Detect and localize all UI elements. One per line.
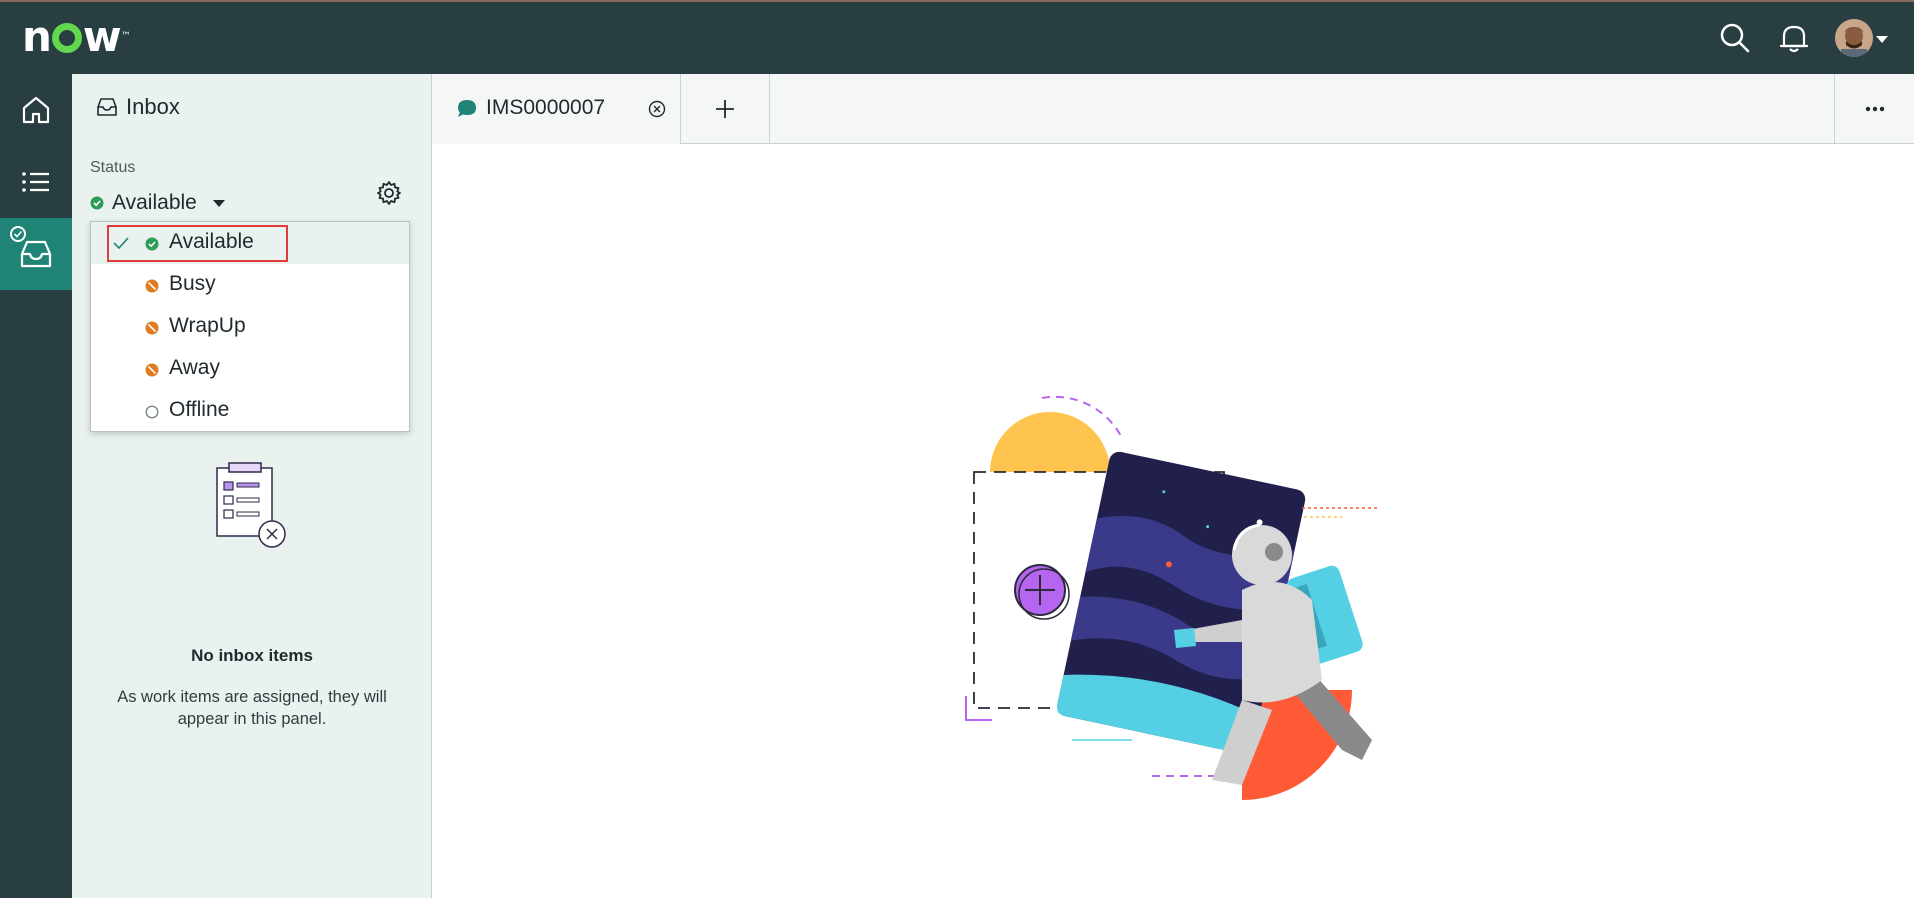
- user-avatar[interactable]: [1835, 19, 1873, 57]
- status-option-busy[interactable]: Busy: [91, 264, 409, 306]
- status-option-label: Away: [169, 356, 220, 379]
- empty-clipboard-illustration-icon: [216, 462, 286, 548]
- status-option-label: WrapUp: [169, 314, 246, 337]
- available-status-icon: [90, 196, 104, 210]
- selection-highlight-box: [107, 225, 288, 262]
- status-option-label: Offline: [169, 398, 230, 421]
- status-option-label: Busy: [169, 272, 216, 295]
- wrapup-status-icon: [145, 321, 159, 335]
- status-dropdown[interactable]: Available: [90, 191, 225, 215]
- chat-bubble-icon: [458, 100, 476, 117]
- workspace-tab-bar: IMS0000007: [432, 74, 1914, 144]
- home-icon: [22, 96, 50, 124]
- status-dropdown-chevron-down-icon: [212, 199, 225, 207]
- inbox-panel: Inbox Status Available No inbox items As…: [72, 74, 432, 898]
- search-icon[interactable]: [1717, 20, 1753, 56]
- astronaut-illustration-icon: [965, 395, 1377, 800]
- status-dropdown-menu: Available Busy WrapUp Away Offline: [90, 221, 410, 432]
- more-options-button[interactable]: [1834, 74, 1914, 144]
- rail-item-inbox[interactable]: [0, 218, 72, 290]
- status-option-offline[interactable]: Offline: [91, 390, 409, 432]
- add-tab-button[interactable]: [681, 74, 770, 144]
- empty-state-title: No inbox items: [191, 646, 313, 665]
- servicenow-logo[interactable]: n w™: [22, 16, 131, 58]
- offline-status-icon: [145, 405, 159, 419]
- available-status-badge-icon: [10, 226, 26, 242]
- panel-title: Inbox: [96, 94, 180, 120]
- status-option-available[interactable]: Available: [91, 222, 409, 264]
- user-menu-chevron-down-icon[interactable]: [1876, 36, 1888, 43]
- list-icon: [22, 172, 49, 192]
- tab-label: IMS0000007: [486, 96, 606, 119]
- away-status-icon: [145, 363, 159, 377]
- left-nav-rail: [0, 74, 72, 898]
- busy-status-icon: [145, 279, 159, 293]
- empty-state-description: As work items are assigned, they will ap…: [117, 688, 387, 728]
- status-option-away[interactable]: Away: [91, 348, 409, 390]
- status-label: Status: [90, 159, 136, 176]
- status-value: Available: [112, 191, 197, 214]
- more-horizontal-icon: [1865, 106, 1884, 112]
- status-option-wrapup[interactable]: WrapUp: [91, 306, 409, 348]
- rail-item-list[interactable]: [0, 146, 72, 218]
- inbox-icon: [97, 98, 117, 116]
- gear-icon[interactable]: [376, 180, 402, 206]
- tab-ims0000007[interactable]: IMS0000007: [432, 74, 681, 144]
- notifications-bell-icon[interactable]: [1776, 20, 1812, 56]
- workspace-canvas: [432, 144, 1914, 898]
- plus-icon: [716, 100, 734, 118]
- rail-item-home[interactable]: [0, 74, 72, 146]
- close-tab-icon[interactable]: [648, 100, 666, 118]
- panel-title-text: Inbox: [126, 94, 180, 119]
- top-header: n w™: [0, 0, 1914, 74]
- inbox-tray-icon: [20, 240, 52, 268]
